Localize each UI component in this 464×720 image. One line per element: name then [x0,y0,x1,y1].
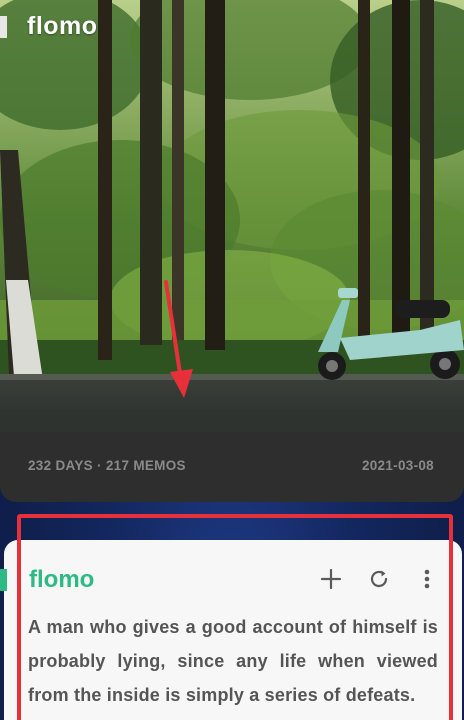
more-vertical-icon[interactable] [414,566,440,592]
refresh-icon[interactable] [366,566,392,592]
home-screen: flomo 232 DAYS · 217 MEMOS 2021-03-08 fl… [0,0,464,720]
top-brand-name: flomo [27,12,98,40]
memo-accent-bar [0,569,7,591]
flomo-memo-widget[interactable]: flomo A man who gives a good account of … [0,540,462,720]
top-brand: flomo [0,12,98,41]
memo-actions [318,566,440,592]
plus-icon[interactable] [318,566,344,592]
memo-quote-text: A man who gives a good account of himsel… [28,617,438,705]
brand-accent-bar [0,15,7,38]
days-memos-count: 232 DAYS · 217 MEMOS [28,458,186,473]
widget-stats-row: 232 DAYS · 217 MEMOS 2021-03-08 [28,458,434,473]
memo-brand-name: flomo [29,566,95,593]
forest-photo [0,0,464,432]
widget-date: 2021-03-08 [361,458,434,473]
flomo-image-widget[interactable]: flomo 232 DAYS · 217 MEMOS 2021-03-08 [0,0,464,502]
memo-header: flomo [0,566,462,596]
